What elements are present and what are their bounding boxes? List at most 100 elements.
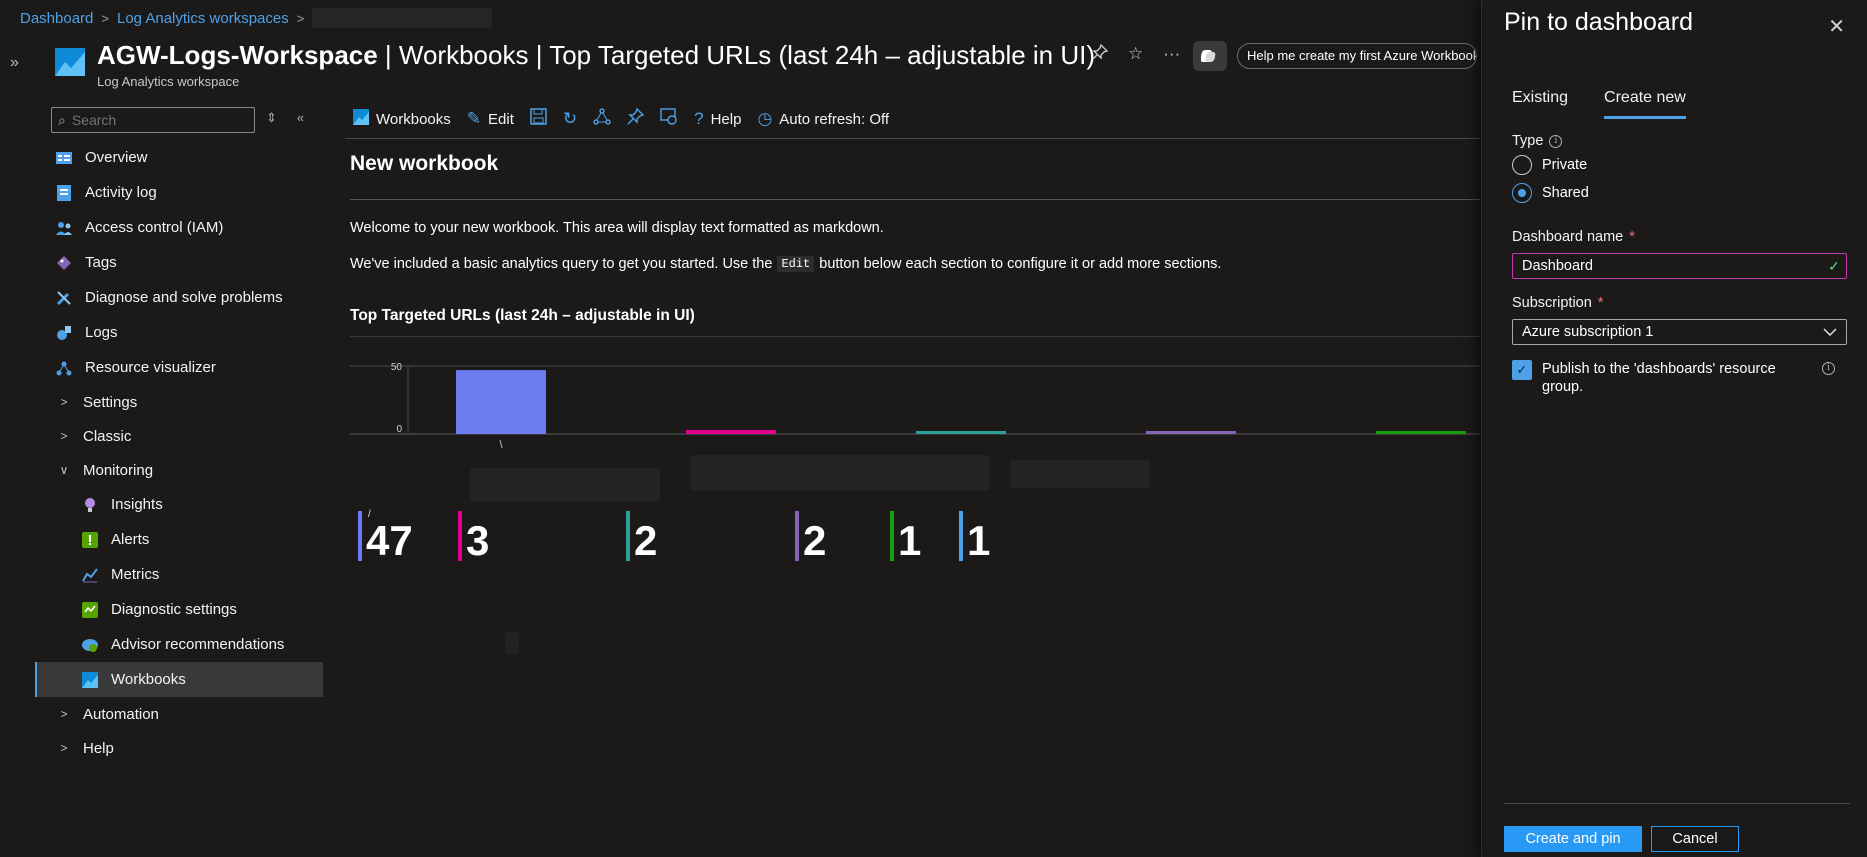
feedback-icon[interactable] <box>660 108 678 130</box>
resource-name: AGW-Logs-Workspace <box>97 40 378 70</box>
search-input[interactable] <box>71 112 232 128</box>
breadcrumb-dashboard[interactable]: Dashboard <box>20 10 93 27</box>
bar-chart: 50 0 \ <box>350 348 1480 458</box>
diagnostic-icon <box>81 601 99 619</box>
header-actions: ☆ ··· <box>1092 43 1180 65</box>
help-icon: ? <box>694 109 704 128</box>
sidebar-group-help[interactable]: > Help <box>35 731 323 765</box>
copilot-icon[interactable] <box>1193 41 1227 71</box>
pin-icon[interactable] <box>627 107 645 130</box>
edit-button[interactable]: ✎ Edit <box>467 109 514 129</box>
sidebar-item-workbooks[interactable]: Workbooks <box>35 662 323 697</box>
sidebar-item-diagnostic-settings[interactable]: Diagnostic settings <box>35 592 323 627</box>
breadcrumb-log-analytics[interactable]: Log Analytics workspaces <box>117 10 289 27</box>
chevron-down-icon: ∨ <box>59 463 69 477</box>
tile-color-bar <box>959 511 963 561</box>
subscription-select[interactable]: Azure subscription 1 <box>1512 319 1847 345</box>
overview-icon <box>55 149 73 167</box>
sidebar-item-label: Workbooks <box>111 671 186 688</box>
tab-create-new[interactable]: Create new <box>1604 89 1686 119</box>
sidebar-group-automation[interactable]: > Automation <box>35 697 323 731</box>
sidebar-group-settings[interactable]: > Settings <box>35 385 323 419</box>
chevron-right-icon: > <box>60 741 68 755</box>
publish-checkbox-row[interactable]: ✓ Publish to the 'dashboards' resource g… <box>1512 360 1852 396</box>
create-and-pin-button[interactable]: Create and pin <box>1504 826 1642 852</box>
search-icon: ⌕ <box>58 111 66 128</box>
sidebar-item-logs[interactable]: Logs <box>35 315 323 350</box>
redacted-label <box>505 632 519 654</box>
radio-shared[interactable]: Shared <box>1512 183 1589 203</box>
activity-log-icon <box>55 184 73 202</box>
sidebar-item-overview[interactable]: Overview <box>35 140 323 175</box>
info-icon[interactable]: i <box>1822 362 1835 375</box>
collapse-menu-icon[interactable]: « <box>297 110 304 126</box>
y-tick-label: 0 <box>396 424 402 435</box>
bar-chart-svg: 50 0 \ <box>350 362 1480 451</box>
dashboard-name-input[interactable] <box>1522 258 1822 274</box>
workbooks-button[interactable]: Workbooks <box>353 109 451 129</box>
resource-type: Log Analytics workspace <box>97 74 240 89</box>
sidebar-item-label: Help <box>83 739 114 757</box>
sidebar-item-tags[interactable]: Tags <box>35 245 323 280</box>
sidebar-item-label: Resource visualizer <box>85 359 216 376</box>
sidebar-search[interactable]: ⌕ <box>51 107 255 133</box>
sidebar-group-monitoring[interactable]: ∨ Monitoring <box>35 453 323 487</box>
sidebar-item-iam[interactable]: Access control (IAM) <box>35 210 323 245</box>
workbook-resource-icon <box>55 48 85 76</box>
tile-color-bar <box>795 511 799 561</box>
info-icon[interactable]: i <box>1549 134 1563 148</box>
page-title: AGW-Logs-Workspace | Workbooks | Top Tar… <box>97 40 1095 71</box>
workbooks-label: Workbooks <box>376 110 451 128</box>
sidebar-item-advisor[interactable]: Advisor recommendations <box>35 627 323 662</box>
sidebar-item-alerts[interactable]: Alerts <box>35 522 323 557</box>
refresh-icon[interactable]: ↻ <box>563 109 577 129</box>
workbooks-icon <box>353 109 369 129</box>
chart-bar <box>1376 431 1466 434</box>
close-icon[interactable]: ✕ <box>1828 14 1845 39</box>
iam-icon <box>55 219 73 237</box>
sidebar-item-resource-visualizer[interactable]: Resource visualizer <box>35 350 323 385</box>
help-button[interactable]: ? Help <box>694 109 741 129</box>
dashboard-name-label: Dashboard name * <box>1512 229 1635 245</box>
sidebar-item-insights[interactable]: Insights <box>35 487 323 522</box>
share-icon[interactable] <box>593 108 611 130</box>
tile-value: 3 <box>466 517 490 564</box>
save-icon[interactable] <box>530 108 547 130</box>
radio-circle <box>1512 155 1532 175</box>
tile-value: 47 <box>366 517 413 564</box>
sidebar-item-metrics[interactable]: Metrics <box>35 557 323 592</box>
section-divider <box>350 336 1480 337</box>
sort-icon[interactable]: ⇕ <box>266 110 277 126</box>
more-options-icon[interactable]: ··· <box>1163 44 1180 65</box>
auto-refresh-button[interactable]: ◷ Auto refresh: Off <box>757 109 889 129</box>
dashboard-name-label-text: Dashboard name <box>1512 229 1624 245</box>
checkbox-checked[interactable]: ✓ <box>1512 360 1532 380</box>
panel-tabs: Existing Create new <box>1512 89 1686 119</box>
radio-private[interactable]: Private <box>1512 155 1587 175</box>
pin-icon[interactable] <box>1092 43 1109 65</box>
expand-menu-icon[interactable]: » <box>10 54 19 72</box>
tile-value: 1 <box>898 517 922 564</box>
sidebar-item-label: Logs <box>85 324 118 341</box>
alert-icon <box>81 531 99 549</box>
type-label-text: Type <box>1512 133 1544 149</box>
dashboard-name-field[interactable]: ✓ <box>1512 253 1847 279</box>
copilot-suggestion-chip[interactable]: Help me create my first Azure Workbook <box>1237 43 1477 69</box>
edit-code-label: Edit <box>777 256 815 272</box>
radio-label: Private <box>1542 157 1588 173</box>
tiles-container: /47 3 2 2 1 1 <box>358 505 1358 575</box>
sidebar-group-classic[interactable]: > Classic <box>35 419 323 453</box>
sidebar-item-label: Automation <box>83 705 159 723</box>
radio-label: Shared <box>1542 185 1589 201</box>
workbooks-icon <box>81 671 99 689</box>
x-tick-label: \ <box>499 439 503 451</box>
favorite-star-icon[interactable]: ☆ <box>1128 44 1143 65</box>
sidebar-item-activity-log[interactable]: Activity log <box>35 175 323 210</box>
left-rail: » <box>0 40 34 857</box>
sidebar-item-diagnose[interactable]: Diagnose and solve problems <box>35 280 323 315</box>
markdown-text-1: Welcome to your new workbook. This area … <box>350 220 884 236</box>
cancel-button[interactable]: Cancel <box>1651 826 1739 852</box>
tab-existing[interactable]: Existing <box>1512 89 1568 119</box>
subscription-label-text: Subscription <box>1512 295 1592 311</box>
sidebar-item-label: Classic <box>83 427 132 445</box>
